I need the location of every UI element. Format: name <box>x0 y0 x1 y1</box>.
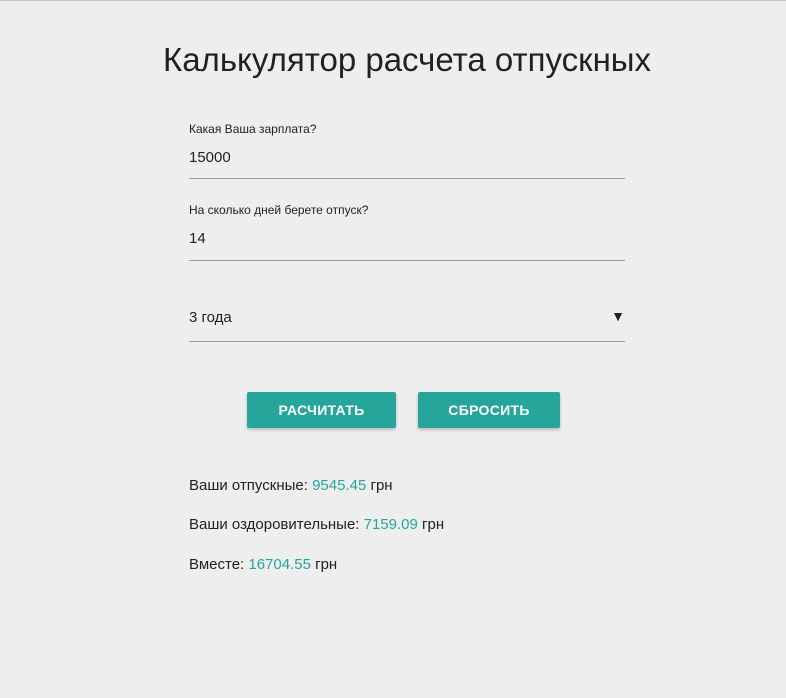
salary-field: Какая Ваша зарплата? <box>189 118 625 179</box>
total-pay-label: Вместе: <box>189 556 249 573</box>
calculate-button[interactable]: РАСЧИТАТЬ <box>247 392 396 428</box>
days-field: На сколько дней берете отпуск? <box>189 199 625 261</box>
vacation-pay-unit: грн <box>366 477 393 494</box>
health-pay-unit: грн <box>417 516 445 533</box>
total-pay-result: Вместе: 16704.55 грн <box>189 556 337 573</box>
health-pay-value: 7159.09 <box>363 516 418 533</box>
total-pay-unit: грн <box>310 556 338 573</box>
experience-select[interactable]: 3 года ▼ <box>189 281 625 342</box>
experience-selected-value: 3 года <box>189 309 232 326</box>
dropdown-arrow-icon: ▼ <box>611 308 625 324</box>
vacation-pay-result: Ваши отпускные: 9545.45 грн <box>189 477 393 494</box>
salary-label: Какая Ваша зарплата? <box>189 122 317 136</box>
health-pay-result: Ваши оздоровительные: 7159.09 грн <box>189 516 444 533</box>
page-title: Калькулятор расчета отпускных <box>162 41 652 78</box>
reset-button[interactable]: СБРОСИТЬ <box>418 392 560 428</box>
days-label: На сколько дней берете отпуск? <box>189 203 369 217</box>
vacation-pay-label: Ваши отпускные: <box>189 477 313 494</box>
health-pay-label: Ваши оздоровительные: <box>189 516 364 533</box>
days-input[interactable] <box>189 227 625 249</box>
total-pay-value: 16704.55 <box>248 556 311 573</box>
salary-input[interactable] <box>189 146 625 168</box>
vacation-pay-value: 9545.45 <box>312 477 367 494</box>
